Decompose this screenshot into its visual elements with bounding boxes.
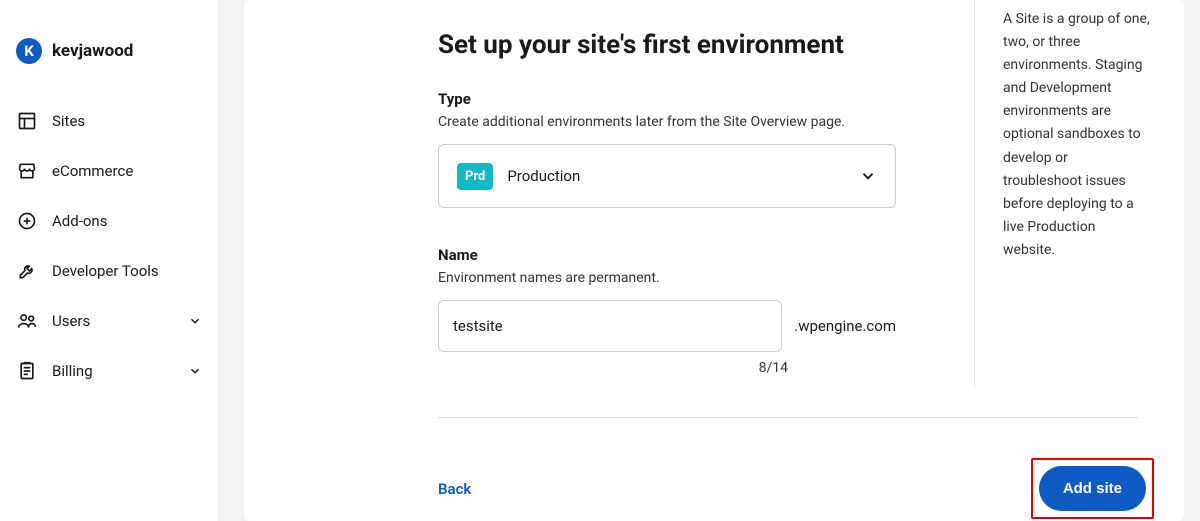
sidebar-item-addons[interactable]: Add-ons — [0, 196, 218, 246]
chevron-down-icon — [859, 167, 877, 185]
main-area: Set up your site's first environment Typ… — [218, 0, 1200, 521]
chevron-down-icon — [188, 314, 202, 328]
divider — [438, 417, 1138, 418]
sidebar-item-users[interactable]: Users — [0, 296, 218, 346]
info-text: A Site is a group of one, two, or three … — [975, 8, 1150, 262]
billing-icon — [16, 360, 38, 382]
env-type-value: Production — [507, 167, 859, 185]
store-icon — [16, 160, 38, 182]
add-site-highlight: Add site — [1031, 458, 1154, 519]
sidebar-item-label: Sites — [52, 112, 202, 130]
content-card: Set up your site's first environment Typ… — [244, 0, 1184, 521]
environment-name-input[interactable] — [438, 300, 782, 352]
add-site-button[interactable]: Add site — [1039, 466, 1146, 511]
domain-suffix: .wpengine.com — [794, 317, 896, 335]
footer-row: Back Add site — [438, 458, 1154, 519]
sidebar-item-label: eCommerce — [52, 162, 202, 180]
brand-name: kevjawood — [52, 41, 133, 61]
sidebar-item-label: Billing — [52, 362, 188, 380]
environment-type-select[interactable]: Prd Production — [438, 144, 896, 208]
sidebar-item-billing[interactable]: Billing — [0, 346, 218, 396]
sidebar-item-label: Add-ons — [52, 212, 202, 230]
brand-icon: K — [16, 38, 42, 64]
plus-circle-icon — [16, 210, 38, 232]
brand[interactable]: K kevjawood — [0, 38, 218, 64]
sidebar: K kevjawood Sites eCommerce Add-ons Deve… — [0, 0, 218, 521]
sidebar-item-sites[interactable]: Sites — [0, 96, 218, 146]
sidebar-item-devtools[interactable]: Developer Tools — [0, 246, 218, 296]
sidebar-item-ecommerce[interactable]: eCommerce — [0, 146, 218, 196]
sites-icon — [16, 110, 38, 132]
wrench-icon — [16, 260, 38, 282]
sidebar-item-label: Users — [52, 312, 188, 330]
sidebar-item-label: Developer Tools — [52, 262, 202, 280]
char-count: 8/14 — [438, 360, 788, 376]
info-panel: A Site is a group of one, two, or three … — [974, 0, 1184, 388]
env-tag: Prd — [457, 163, 493, 190]
back-link[interactable]: Back — [438, 480, 471, 498]
users-icon — [16, 310, 38, 332]
chevron-down-icon — [188, 364, 202, 378]
